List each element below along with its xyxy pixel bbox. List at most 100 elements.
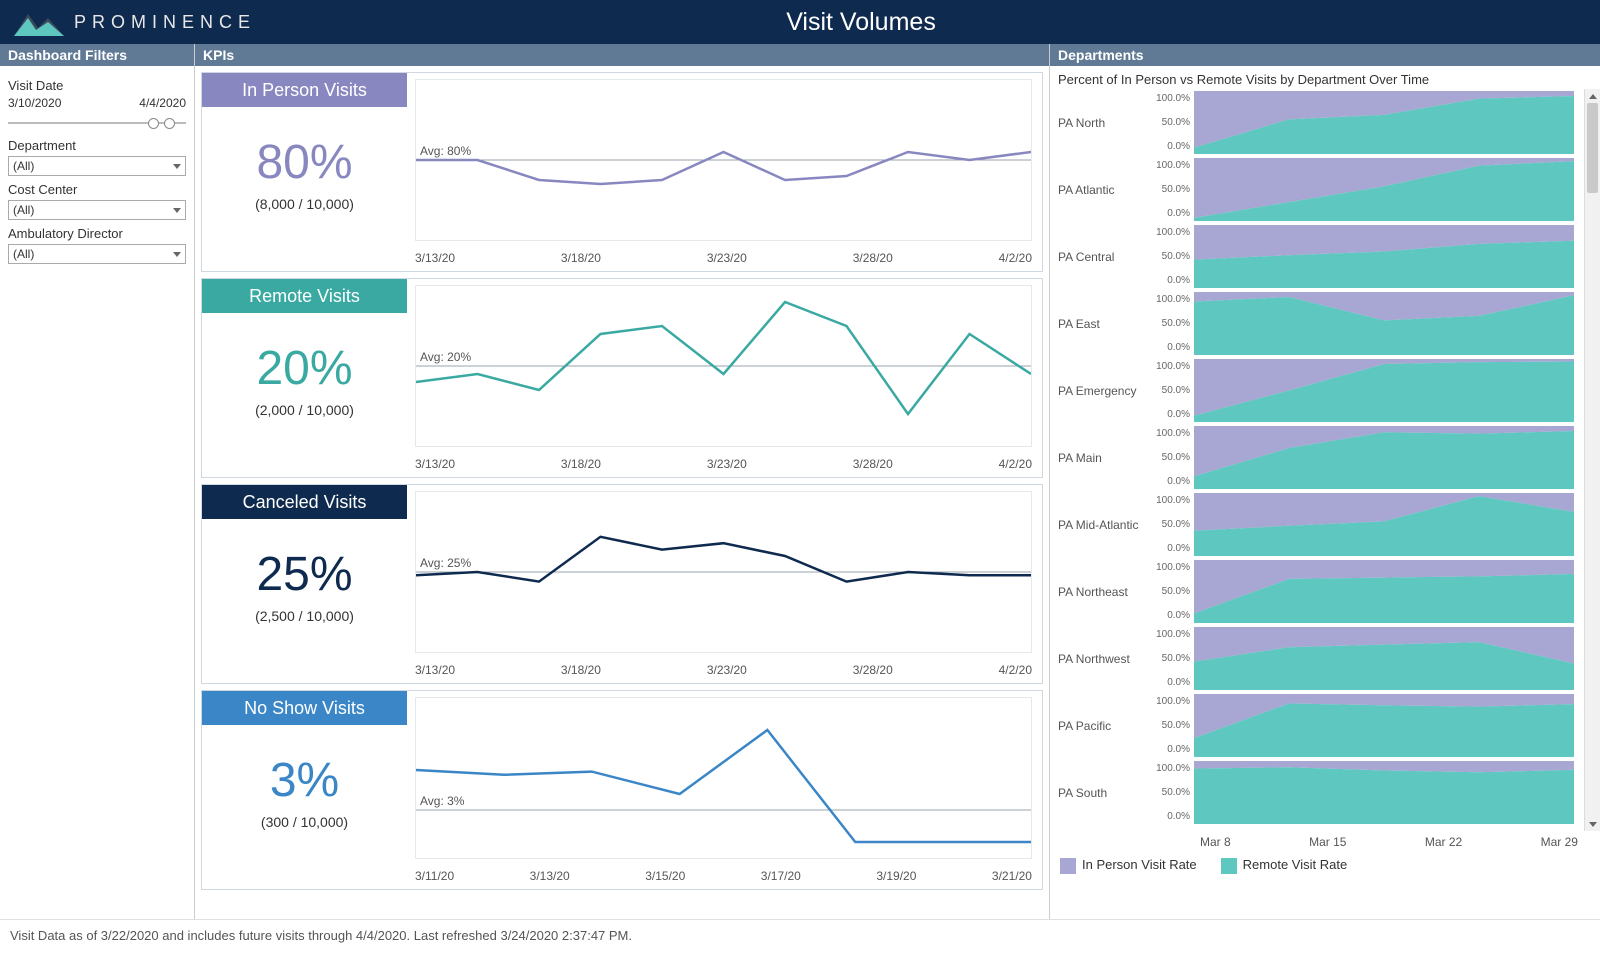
kpi-x-axis: 3/13/203/18/203/23/203/28/204/2/20 <box>415 251 1032 265</box>
y-tick: 0.0% <box>1152 677 1190 688</box>
dept-y-ticks: 100.0%50.0%0.0% <box>1150 491 1192 558</box>
top-bar: PROMINENCE Visit Volumes <box>0 0 1600 44</box>
x-tick: 3/13/20 <box>415 663 455 677</box>
x-tick: 3/23/20 <box>707 251 747 265</box>
y-tick: 50.0% <box>1152 251 1190 262</box>
y-tick: 100.0% <box>1152 763 1190 774</box>
x-tick: Mar 15 <box>1309 835 1346 849</box>
dept-y-ticks: 100.0%50.0%0.0% <box>1150 625 1192 692</box>
kpi-x-axis: 3/13/203/18/203/23/203/28/204/2/20 <box>415 663 1032 677</box>
dept-y-ticks: 100.0%50.0%0.0% <box>1150 558 1192 625</box>
y-tick: 100.0% <box>1152 294 1190 305</box>
kpi-value: 80% <box>202 135 407 190</box>
x-tick: 3/11/20 <box>415 869 454 883</box>
kpi-sub: (300 / 10,000) <box>202 814 407 830</box>
dept-chart <box>1194 761 1574 824</box>
dept-row[interactable]: PA South 100.0%50.0%0.0% <box>1050 759 1596 826</box>
dept-name: PA Northeast <box>1050 558 1150 625</box>
filters-panel: Dashboard Filters Visit Date 3/10/2020 4… <box>0 44 195 919</box>
kpi-sub: (2,500 / 10,000) <box>202 608 407 624</box>
department-value: (All) <box>13 159 34 173</box>
kpi-left: In Person Visits 80% (8,000 / 10,000) <box>202 73 407 271</box>
dept-chart <box>1194 426 1574 489</box>
page-title: Visit Volumes <box>136 8 1586 37</box>
kpi-sub: (2,000 / 10,000) <box>202 402 407 418</box>
mountain-icon <box>14 8 64 36</box>
director-value: (All) <box>13 247 34 261</box>
dept-chart <box>1194 225 1574 288</box>
dept-chart <box>1194 493 1574 556</box>
dept-row[interactable]: PA Central 100.0%50.0%0.0% <box>1050 223 1596 290</box>
dept-y-ticks: 100.0%50.0%0.0% <box>1150 692 1192 759</box>
scroll-up-icon[interactable] <box>1585 89 1600 103</box>
kpi-sparkline-area: Avg: 25% 3/13/203/18/203/23/203/28/204/2… <box>407 485 1042 683</box>
dept-row[interactable]: PA Mid-Atlantic 100.0%50.0%0.0% <box>1050 491 1596 558</box>
visit-date-label: Visit Date <box>8 78 186 93</box>
dept-name: PA Emergency <box>1050 357 1150 424</box>
departments-scroll-area[interactable]: PA North 100.0%50.0%0.0% PA Atlantic 100… <box>1050 89 1600 831</box>
y-tick: 50.0% <box>1152 653 1190 664</box>
dept-name: PA North <box>1050 89 1150 156</box>
avg-label: Avg: 20% <box>420 350 471 364</box>
dept-y-ticks: 100.0%50.0%0.0% <box>1150 759 1192 826</box>
dept-y-ticks: 100.0%50.0%0.0% <box>1150 290 1192 357</box>
departments-legend: In Person Visit Rate Remote Visit Rate <box>1050 849 1600 882</box>
departments-subtitle: Percent of In Person vs Remote Visits by… <box>1050 66 1600 89</box>
dept-y-ticks: 100.0%50.0%0.0% <box>1150 89 1192 156</box>
dept-row[interactable]: PA Main 100.0%50.0%0.0% <box>1050 424 1596 491</box>
scrollbar-vertical[interactable] <box>1584 89 1600 831</box>
x-tick: 4/2/20 <box>999 457 1032 471</box>
legend-in-person: In Person Visit Rate <box>1060 857 1197 874</box>
x-tick: 3/23/20 <box>707 663 747 677</box>
kpi-card-no_show[interactable]: No Show Visits 3% (300 / 10,000) Avg: 3%… <box>201 690 1043 890</box>
dept-chart <box>1194 359 1574 422</box>
y-tick: 100.0% <box>1152 428 1190 439</box>
dept-name: PA Atlantic <box>1050 156 1150 223</box>
cost-center-label: Cost Center <box>8 182 186 197</box>
department-select[interactable]: (All) <box>8 156 186 176</box>
x-tick: 3/13/20 <box>530 869 570 883</box>
y-tick: 50.0% <box>1152 519 1190 530</box>
y-tick: 0.0% <box>1152 208 1190 219</box>
kpi-card-canceled[interactable]: Canceled Visits 25% (2,500 / 10,000) Avg… <box>201 484 1043 684</box>
dept-row[interactable]: PA Northeast 100.0%50.0%0.0% <box>1050 558 1596 625</box>
y-tick: 50.0% <box>1152 452 1190 463</box>
kpi-sparkline-area: Avg: 20% 3/13/203/18/203/23/203/28/204/2… <box>407 279 1042 477</box>
kpi-tab-label: In Person Visits <box>202 73 407 107</box>
y-tick: 100.0% <box>1152 562 1190 573</box>
dept-row[interactable]: PA Pacific 100.0%50.0%0.0% <box>1050 692 1596 759</box>
kpi-card-remote[interactable]: Remote Visits 20% (2,000 / 10,000) Avg: … <box>201 278 1043 478</box>
y-tick: 100.0% <box>1152 93 1190 104</box>
dept-row[interactable]: PA North 100.0%50.0%0.0% <box>1050 89 1596 156</box>
y-tick: 50.0% <box>1152 184 1190 195</box>
x-tick: 3/19/20 <box>876 869 916 883</box>
dept-chart <box>1194 158 1574 221</box>
scrollbar-thumb[interactable] <box>1587 103 1598 193</box>
avg-label: Avg: 3% <box>420 794 464 808</box>
cost-center-select[interactable]: (All) <box>8 200 186 220</box>
kpi-left: Canceled Visits 25% (2,500 / 10,000) <box>202 485 407 683</box>
visit-date-slider[interactable] <box>8 114 186 132</box>
sparkline-no_show <box>416 698 1031 858</box>
x-tick: 3/13/20 <box>415 251 455 265</box>
dept-row[interactable]: PA East 100.0%50.0%0.0% <box>1050 290 1596 357</box>
director-select[interactable]: (All) <box>8 244 186 264</box>
visit-date-start: 3/10/2020 <box>8 96 61 110</box>
y-tick: 50.0% <box>1152 720 1190 731</box>
y-tick: 0.0% <box>1152 342 1190 353</box>
y-tick: 0.0% <box>1152 141 1190 152</box>
visit-date-range: 3/10/2020 4/4/2020 <box>8 96 186 110</box>
dept-row[interactable]: PA Northwest 100.0%50.0%0.0% <box>1050 625 1596 692</box>
y-tick: 0.0% <box>1152 543 1190 554</box>
dept-row[interactable]: PA Atlantic 100.0%50.0%0.0% <box>1050 156 1596 223</box>
kpi-card-in_person[interactable]: In Person Visits 80% (8,000 / 10,000) Av… <box>201 72 1043 272</box>
x-tick: 3/18/20 <box>561 251 601 265</box>
x-tick: 3/28/20 <box>853 251 893 265</box>
director-label: Ambulatory Director <box>8 226 186 241</box>
caret-down-icon <box>173 164 181 169</box>
scroll-down-icon[interactable] <box>1585 817 1600 831</box>
dept-row[interactable]: PA Emergency 100.0%50.0%0.0% <box>1050 357 1596 424</box>
dept-chart <box>1194 627 1574 690</box>
dept-y-ticks: 100.0%50.0%0.0% <box>1150 357 1192 424</box>
kpi-tab-label: No Show Visits <box>202 691 407 725</box>
